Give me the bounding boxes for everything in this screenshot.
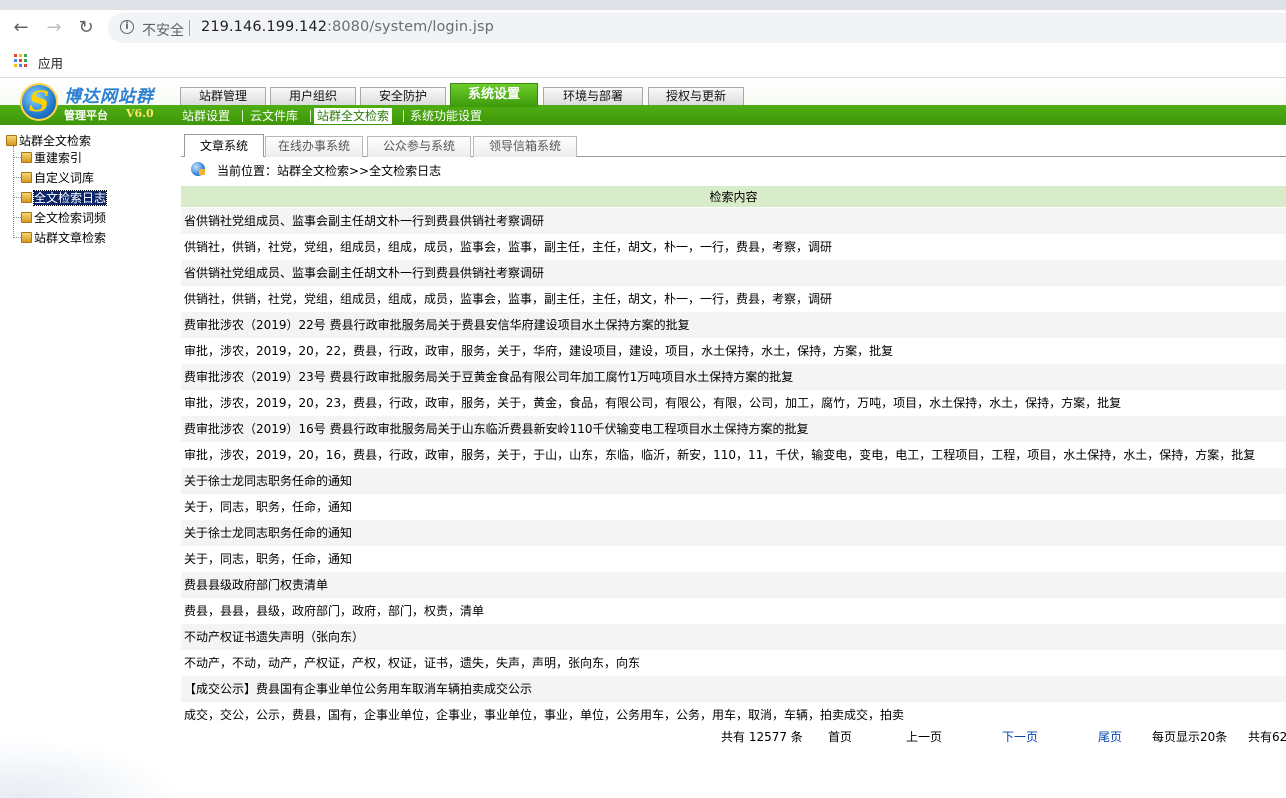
- tab-public-participation[interactable]: 公众参与系统: [367, 136, 471, 157]
- tree-item-article-search[interactable]: 站群文章检索: [13, 229, 106, 246]
- tree-root[interactable]: 站群全文检索: [6, 132, 91, 149]
- tree-root-label: 站群全文检索: [19, 134, 92, 148]
- table-row: 费审批涉农（2019）22号 费县行政审批服务局关于费县安信华府建设项目水土保持…: [181, 312, 1286, 338]
- back-arrow-icon[interactable]: ←: [9, 16, 33, 40]
- tree-branch: [13, 197, 21, 198]
- table-row: 审批，涉农，2019，20，23，费县，行政，政审，服务，关于，黄金，食品，有限…: [181, 390, 1286, 416]
- table-row: 关于，同志，职务，任命，通知: [181, 546, 1286, 572]
- first-page-button[interactable]: 首页: [828, 728, 852, 745]
- url-separator: [189, 20, 190, 36]
- folder-icon: [21, 152, 32, 163]
- table-row: 省供销社党组成员、监事会副主任胡文朴一行到费县供销社考察调研: [181, 260, 1286, 286]
- table-row: 供销社，供销，社党，党组，组成员，组成，成员，监事会，监事，副主任，主任，胡文，…: [181, 286, 1286, 312]
- prev-page-button[interactable]: 上一页: [906, 728, 942, 745]
- url-host: 219.146.199.142: [201, 19, 328, 35]
- folder-icon: [21, 232, 32, 243]
- info-icon[interactable]: i: [120, 20, 134, 34]
- sub-nav-system-functions[interactable]: 系统功能设置: [410, 108, 482, 124]
- folder-icon: [21, 192, 32, 203]
- main-tab-license[interactable]: 授权与更新: [648, 87, 744, 105]
- brand-title: 博达网站群: [64, 87, 154, 107]
- address-bar[interactable]: i 不安全 219.146.199.142:8080/system/login.…: [108, 13, 1286, 43]
- table-row: 费审批涉农（2019）16号 费县行政审批服务局关于山东临沂费县新安岭110千伏…: [181, 416, 1286, 442]
- table-row: 费县县级政府部门权责清单: [181, 572, 1286, 598]
- sub-nav-divider: [310, 110, 311, 122]
- version-label: V6.0: [126, 107, 154, 120]
- tab-online-service[interactable]: 在线办事系统: [265, 136, 363, 157]
- table-row: 省供销社党组成员、监事会副主任胡文朴一行到费县供销社考察调研: [181, 208, 1286, 234]
- next-page-link[interactable]: 下一页: [1002, 728, 1038, 745]
- tree-item-search-log[interactable]: 全文检索日志: [13, 189, 108, 206]
- main-tab-users[interactable]: 用户组织: [270, 87, 356, 105]
- table-row: 审批，涉农，2019，20，16，费县，行政，政审，服务，关于，于山，山东，东临…: [181, 442, 1286, 468]
- forward-arrow-icon[interactable]: →: [42, 16, 66, 40]
- tree-item-label: 全文检索词频: [34, 211, 107, 225]
- sub-nav-divider: [403, 110, 404, 122]
- background-decoration: [0, 738, 180, 798]
- tree-item-label: 重建索引: [34, 151, 83, 165]
- sub-nav-divider: [242, 110, 243, 122]
- url-text[interactable]: 219.146.199.142:8080/system/login.jsp: [201, 19, 494, 35]
- tree-item-label: 站群文章检索: [34, 231, 107, 245]
- table-row: 关于徐士龙同志职务任命的通知: [181, 468, 1286, 494]
- pagination: 共有 12577 条 首页 上一页 下一页 尾页 每页显示20条 共有62: [181, 726, 1286, 746]
- main-tab-system-settings[interactable]: 系统设置: [450, 83, 538, 107]
- table-row: 关于，同志，职务，任命，通知: [181, 494, 1286, 520]
- last-page-link[interactable]: 尾页: [1098, 728, 1122, 745]
- table-row: 审批，涉农，2019，20，22，费县，行政，政审，服务，关于，华府，建设项目，…: [181, 338, 1286, 364]
- per-page-label: 每页显示20条: [1152, 730, 1228, 744]
- browser-toolbar: ← → ↻ i 不安全 219.146.199.142:8080/system/…: [0, 10, 1286, 46]
- folder-icon: [21, 212, 32, 223]
- breadcrumb-text: 当前位置：站群全文检索>>全文检索日志: [217, 164, 442, 178]
- tree-branch: [13, 157, 21, 158]
- table-row: 成交，交公，公示，费县，国有，企事业单位，企事业，事业单位，事业，单位，公务用车…: [181, 702, 1286, 728]
- sub-nav-fulltext-search[interactable]: 站群全文检索: [314, 108, 393, 124]
- table-row: 关于徐士龙同志职务任命的通知: [181, 520, 1286, 546]
- table-row: 不动产权证书遗失声明（张向东）: [181, 624, 1286, 650]
- platform-label: 管理平台: [64, 109, 108, 122]
- main-tab-site-group[interactable]: 站群管理: [180, 87, 266, 105]
- folder-icon: [21, 172, 32, 183]
- tree-item-label: 自定义词库: [34, 171, 95, 185]
- total-pages: 共有62: [1248, 730, 1286, 744]
- main-tab-environment[interactable]: 环境与部署: [543, 87, 643, 105]
- tree-item-rebuild-index[interactable]: 重建索引: [13, 149, 82, 166]
- breadcrumb: 当前位置：站群全文检索>>全文检索日志: [181, 157, 1286, 181]
- table-row: 【成交公示】费县国有企事业单位公务用车取消车辆拍卖成交公示: [181, 676, 1286, 702]
- tab-article-system[interactable]: 文章系统: [184, 134, 264, 158]
- tree-branch: [13, 237, 21, 238]
- folder-icon: [6, 135, 17, 146]
- url-path: :8080/system/login.jsp: [327, 19, 494, 35]
- browser-tab-strip: [0, 0, 1286, 10]
- main-tab-security[interactable]: 安全防护: [360, 87, 446, 105]
- table-row: 不动产，不动，动产，产权证，产权，权证，证书，遗失，失声，声明，张向东，向东: [181, 650, 1286, 676]
- table-row: 费县，县县，县级，政府部门，政府，部门，权责，清单: [181, 598, 1286, 624]
- tree-item-custom-dictionary[interactable]: 自定义词库: [13, 169, 94, 186]
- table-row: 供销社，供销，社党，党组，组成员，组成，成员，监事会，监事，副主任，主任，胡文，…: [181, 234, 1286, 260]
- reload-icon[interactable]: ↻: [74, 16, 98, 40]
- nav-tree: 站群全文检索 重建索引 自定义词库 全文检索日志 全文检索词频 站群文章检索: [0, 129, 175, 798]
- tab-leader-mailbox[interactable]: 领导信箱系统: [473, 136, 577, 157]
- globe-icon: [191, 162, 205, 176]
- tree-branch: [13, 217, 21, 218]
- apps-grid-icon[interactable]: [14, 54, 28, 68]
- table-body: 省供销社党组成员、监事会副主任胡文朴一行到费县供销社考察调研 供销社，供销，社党，…: [181, 208, 1286, 728]
- tree-item-search-frequency[interactable]: 全文检索词频: [13, 209, 106, 226]
- sub-nav-site-settings[interactable]: 站群设置: [182, 108, 230, 124]
- table-row: 费审批涉农（2019）23号 费县行政审批服务局关于豆黄金食品有限公司年加工腐竹…: [181, 364, 1286, 390]
- total-count: 共有 12577 条: [721, 730, 803, 744]
- table-header: 检索内容: [181, 186, 1286, 208]
- logo-letter: S: [29, 85, 50, 118]
- sub-nav-cloud-files[interactable]: 云文件库: [250, 108, 298, 124]
- insecure-label[interactable]: 不安全: [142, 20, 184, 40]
- app-header: S 博达网站群 管理平台 V6.0 站群管理 用户组织 安全防护 系统设置 环境…: [0, 79, 1286, 125]
- search-log-table: 检索内容 省供销社党组成员、监事会副主任胡文朴一行到费县供销社考察调研 供销社，供…: [181, 186, 1286, 728]
- content-tabs: 文章系统 在线办事系统 公众参与系统 领导信箱系统: [181, 133, 1286, 158]
- tree-item-label: 全文检索日志: [32, 190, 108, 206]
- bookmarks-bar: 应用: [0, 46, 1286, 78]
- apps-bookmark[interactable]: 应用: [38, 53, 63, 72]
- tree-branch: [13, 177, 21, 178]
